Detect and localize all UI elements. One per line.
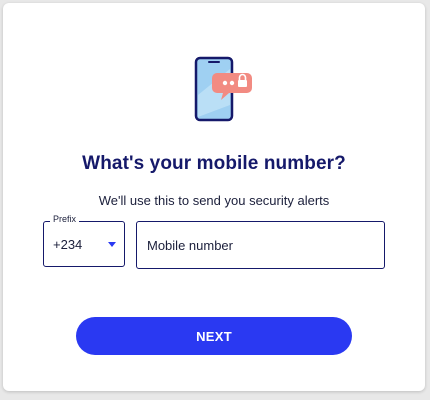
phone-with-locked-message-icon (193, 55, 259, 125)
mobile-number-input[interactable] (136, 221, 385, 269)
page-subtitle: We'll use this to send you security aler… (98, 193, 330, 208)
page-title: What's your mobile number? (82, 153, 346, 174)
prefix-label: Prefix (50, 214, 80, 224)
mobile-number-card: What's your mobile number? We'll use thi… (3, 3, 425, 391)
country-prefix-select[interactable]: Prefix +234 (43, 214, 125, 267)
prefix-value: +234 (53, 237, 83, 252)
caret-down-icon (108, 242, 116, 247)
next-button[interactable]: NEXT (76, 317, 352, 355)
